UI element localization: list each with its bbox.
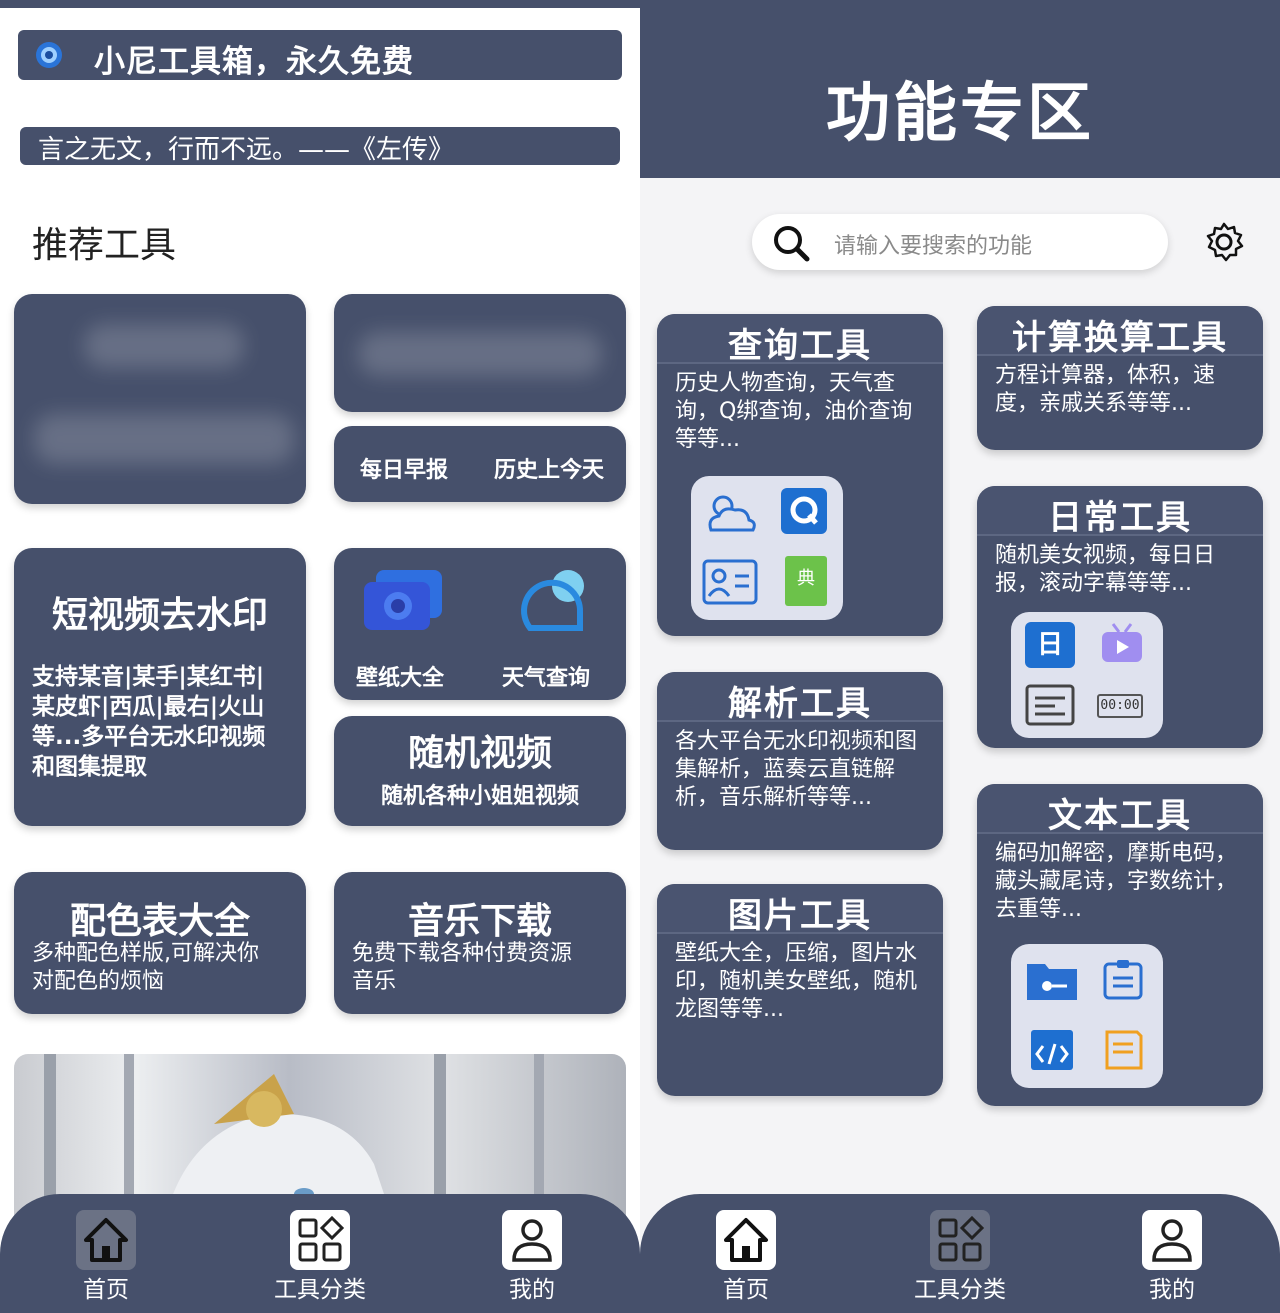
featured-card-blurred[interactable] xyxy=(14,294,306,504)
color-palette-card[interactable]: 配色表大全 多种配色样版,可解决你 对配色的烦恼 xyxy=(14,872,306,1014)
home-icon xyxy=(724,1218,768,1262)
home-icon xyxy=(84,1218,128,1262)
nav-home-button[interactable] xyxy=(76,1210,136,1270)
subtitle-icon[interactable] xyxy=(1025,684,1075,726)
tool-icons-grid xyxy=(1011,944,1163,1088)
nav-categories-label[interactable]: 工具分类 xyxy=(240,1270,400,1304)
section-title: 推荐工具 xyxy=(32,225,177,266)
card-title: 查询工具 xyxy=(728,326,872,366)
status-strip xyxy=(0,0,640,8)
card-desc: 随机各种小姐姐视频 xyxy=(380,784,579,809)
card-desc: 编码加解密，摩斯电码， 藏头藏尾诗，字数统计， 去重等... xyxy=(995,841,1238,922)
card-desc: 壁纸大全，压缩，图片水 印，随机美女壁纸，随机 龙图等等... xyxy=(675,941,918,1022)
wallpaper-icon[interactable] xyxy=(362,566,446,636)
timer-icon[interactable]: 00:00 xyxy=(1097,694,1143,718)
bottom-nav: 首页 工具分类 我的 xyxy=(640,1194,1280,1313)
nav-profile-label[interactable]: 我的 xyxy=(452,1270,612,1304)
speaker-icon xyxy=(36,42,62,68)
wallpaper-label: 壁纸大全 xyxy=(356,666,445,691)
weather-icon[interactable] xyxy=(508,560,598,640)
card-title: 计算换算工具 xyxy=(1012,318,1228,358)
page-title: 功能专区 xyxy=(826,77,1094,151)
card-desc: 支持某音|某手|某红书| 某皮虾|西瓜|最右|火山 等...多平台无水印视频 和… xyxy=(32,664,266,780)
tv-icon[interactable] xyxy=(1099,622,1145,666)
card-desc: 随机美女视频，每日日 报，滚动字幕等等... xyxy=(995,543,1216,596)
page-header: 功能专区 xyxy=(640,0,1280,178)
daily-quote: 言之无文，行而不远。——《左传》 xyxy=(20,127,620,165)
announcement-banner[interactable]: 小尼工具箱，永久免费 xyxy=(18,30,622,80)
card-desc: 历史人物查询，天气查 询，Q绑查询，油价查询 等等... xyxy=(675,371,913,452)
grid-icon xyxy=(938,1215,985,1262)
nav-categories-button[interactable] xyxy=(930,1210,990,1270)
search-placeholder: 请输入要搜索的功能 xyxy=(834,234,1033,259)
wallpaper-weather-card[interactable]: 壁纸大全 天气查询 xyxy=(334,548,626,700)
clipboard-icon[interactable] xyxy=(1101,958,1145,1002)
bottom-nav: 首页 工具分类 我的 xyxy=(0,1194,640,1313)
card-desc: 各大平台无水印视频和图 集解析，蓝奏云直链解 析，音乐解析等等... xyxy=(675,729,918,810)
nav-home-label[interactable]: 首页 xyxy=(26,1270,186,1304)
image-tools-card[interactable]: 图片工具 壁纸大全，压缩，图片水 印，随机美女壁纸，随机 龙图等等... xyxy=(657,884,943,1096)
category-screen: 功能专区 请输入要搜索的功能 查询工具 历史人物查询，天气查 询，Q绑查询，油价… xyxy=(640,0,1280,1313)
code-icon[interactable] xyxy=(1029,1028,1075,1072)
calendar-icon[interactable]: 日 xyxy=(1025,622,1075,668)
card-title: 解析工具 xyxy=(728,684,872,724)
nav-categories-button[interactable] xyxy=(290,1210,350,1270)
note-icon[interactable] xyxy=(1103,1028,1145,1072)
tool-icons-grid: 典 xyxy=(691,476,843,620)
text-tools-card[interactable]: 文本工具 编码加解密，摩斯电码， 藏头藏尾诗，字数统计， 去重等... xyxy=(977,784,1263,1106)
calculator-tools-card[interactable]: 计算换算工具 方程计算器，体积，速 度，亲戚关系等等... xyxy=(977,306,1263,450)
random-video-card[interactable]: 随机视频 随机各种小姐姐视频 xyxy=(334,716,626,826)
search-input[interactable]: 请输入要搜索的功能 xyxy=(752,214,1168,270)
id-card-icon[interactable] xyxy=(701,558,759,606)
daily-news-link[interactable]: 每日早报 xyxy=(360,452,448,484)
weather-icon[interactable] xyxy=(701,486,759,540)
card-header: 日常工具 xyxy=(977,486,1263,538)
parse-tools-card[interactable]: 解析工具 各大平台无水印视频和图 集解析，蓝奏云直链解 析，音乐解析等等... xyxy=(657,672,943,850)
query-tools-card[interactable]: 查询工具 历史人物查询，天气查 询，Q绑查询，油价查询 等等... 典 xyxy=(657,314,943,636)
card-desc: 方程计算器，体积，速 度，亲戚关系等等... xyxy=(995,363,1216,416)
daily-news-card[interactable]: 每日早报 历史上今天 xyxy=(334,426,626,502)
history-today-link[interactable]: 历史上今天 xyxy=(494,452,604,484)
card-title: 随机视频 xyxy=(407,733,552,774)
card-title: 音乐下载 xyxy=(407,901,552,942)
daily-tools-card[interactable]: 日常工具 随机美女视频，每日日 报，滚动字幕等等... 日 00:00 xyxy=(977,486,1263,748)
card-header: 查询工具 xyxy=(657,314,943,366)
watermark-removal-card[interactable]: 短视频去水印 支持某音|某手|某红书| 某皮虾|西瓜|最右|火山 等...多平台… xyxy=(14,548,306,826)
music-download-card[interactable]: 音乐下载 免费下载各种付费资源 音乐 xyxy=(334,872,626,1014)
weather-label: 天气查询 xyxy=(502,666,591,691)
featured-card-blurred-2[interactable] xyxy=(334,294,626,412)
quote-text: 言之无文，行而不远。——《左传》 xyxy=(38,135,455,165)
blurred-title xyxy=(358,332,602,376)
card-header: 计算换算工具 xyxy=(977,306,1263,358)
banner-text: 小尼工具箱，永久免费 xyxy=(94,44,414,80)
user-icon xyxy=(512,1219,552,1262)
card-title: 配色表大全 xyxy=(69,901,250,942)
card-title: 图片工具 xyxy=(728,896,872,936)
nav-home-button[interactable] xyxy=(716,1210,776,1270)
card-header: 文本工具 xyxy=(977,784,1263,836)
card-header: 解析工具 xyxy=(657,672,943,724)
card-header: 图片工具 xyxy=(657,884,943,936)
search-icon[interactable] xyxy=(770,222,812,264)
blurred-desc xyxy=(34,414,294,464)
card-title: 日常工具 xyxy=(1048,498,1192,538)
card-title: 文本工具 xyxy=(1048,796,1192,836)
blurred-title xyxy=(84,324,244,368)
nav-profile-button[interactable] xyxy=(1142,1210,1202,1270)
gear-icon[interactable] xyxy=(1202,220,1246,264)
dictionary-icon[interactable]: 典 xyxy=(785,556,827,606)
card-desc: 多种配色样版,可解决你 对配色的烦恼 xyxy=(32,941,259,994)
tool-icons-grid: 日 00:00 xyxy=(1011,612,1163,738)
grid-icon xyxy=(298,1215,345,1262)
user-icon xyxy=(1152,1219,1192,1262)
home-screen: 小尼工具箱，永久免费 言之无文，行而不远。——《左传》 推荐工具 每日早报 历史… xyxy=(0,0,640,1313)
nav-profile-label[interactable]: 我的 xyxy=(1092,1270,1252,1304)
nav-profile-button[interactable] xyxy=(502,1210,562,1270)
nav-home-label[interactable]: 首页 xyxy=(666,1270,826,1304)
encrypted-folder-icon[interactable] xyxy=(1025,956,1079,1004)
card-desc: 免费下载各种付费资源 音乐 xyxy=(352,941,573,994)
nav-categories-label[interactable]: 工具分类 xyxy=(880,1270,1040,1304)
qq-query-icon[interactable] xyxy=(781,488,827,534)
card-title: 短视频去水印 xyxy=(51,595,268,636)
